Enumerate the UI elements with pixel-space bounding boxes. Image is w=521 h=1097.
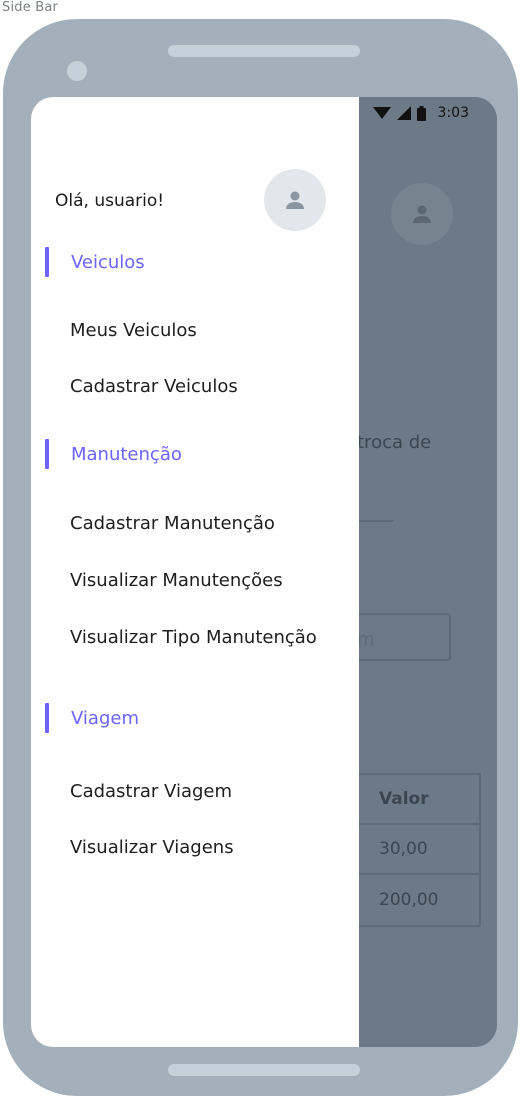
battery-icon [416,105,426,121]
background-divider [357,520,394,522]
background-table: Valor 30,00 200,00 [357,773,481,927]
menu-item-cadastrar-manutencao[interactable]: Cadastrar Manutenção [70,513,275,534]
menu-item-visualizar-manutencoes[interactable]: Visualizar Manutenções [70,570,283,591]
section-header-viagem[interactable]: Viagem [45,703,139,733]
cellular-signal-icon [396,106,411,120]
menu-item-meus-veiculos[interactable]: Meus Veiculos [70,320,197,341]
user-icon [413,205,431,223]
status-time: 3:03 [437,105,469,121]
section-label: Viagem [71,707,139,729]
background-input-text: m [357,629,375,650]
section-label: Manutenção [71,443,182,465]
greeting-text: Olá, usuario! [55,191,165,211]
table-cell: 200,00 [379,890,439,910]
table-header-valor: Valor [357,775,479,825]
section-indicator [45,703,49,733]
user-icon [286,191,304,209]
section-indicator [45,247,49,277]
side-drawer: Olá, usuario! Veiculos Meus Veiculos Cad… [31,97,359,1047]
section-header-veiculos[interactable]: Veiculos [45,247,145,277]
background-avatar [391,183,453,245]
phone-camera [67,61,87,81]
avatar[interactable] [264,169,326,231]
section-indicator [45,439,49,469]
menu-item-cadastrar-viagem[interactable]: Cadastrar Viagem [70,781,232,802]
table-cell: 30,00 [357,825,479,875]
phone-screen: troca de m Valor 30,00 200,00 3:03 Olá, … [31,97,497,1047]
menu-item-cadastrar-veiculos[interactable]: Cadastrar Veiculos [70,376,238,397]
menu-item-visualizar-tipo-manutencao[interactable]: Visualizar Tipo Manutenção [70,627,317,648]
wifi-icon [372,107,391,119]
phone-frame: troca de m Valor 30,00 200,00 3:03 Olá, … [3,19,518,1096]
phone-speaker-bottom [168,1064,360,1076]
phone-speaker-top [168,45,360,57]
menu-item-visualizar-viagens[interactable]: Visualizar Viagens [70,837,234,858]
section-label: Veiculos [71,251,145,273]
frame-label: Side Bar [2,0,59,15]
background-text: troca de [357,432,432,453]
section-header-manutencao[interactable]: Manutenção [45,439,182,469]
